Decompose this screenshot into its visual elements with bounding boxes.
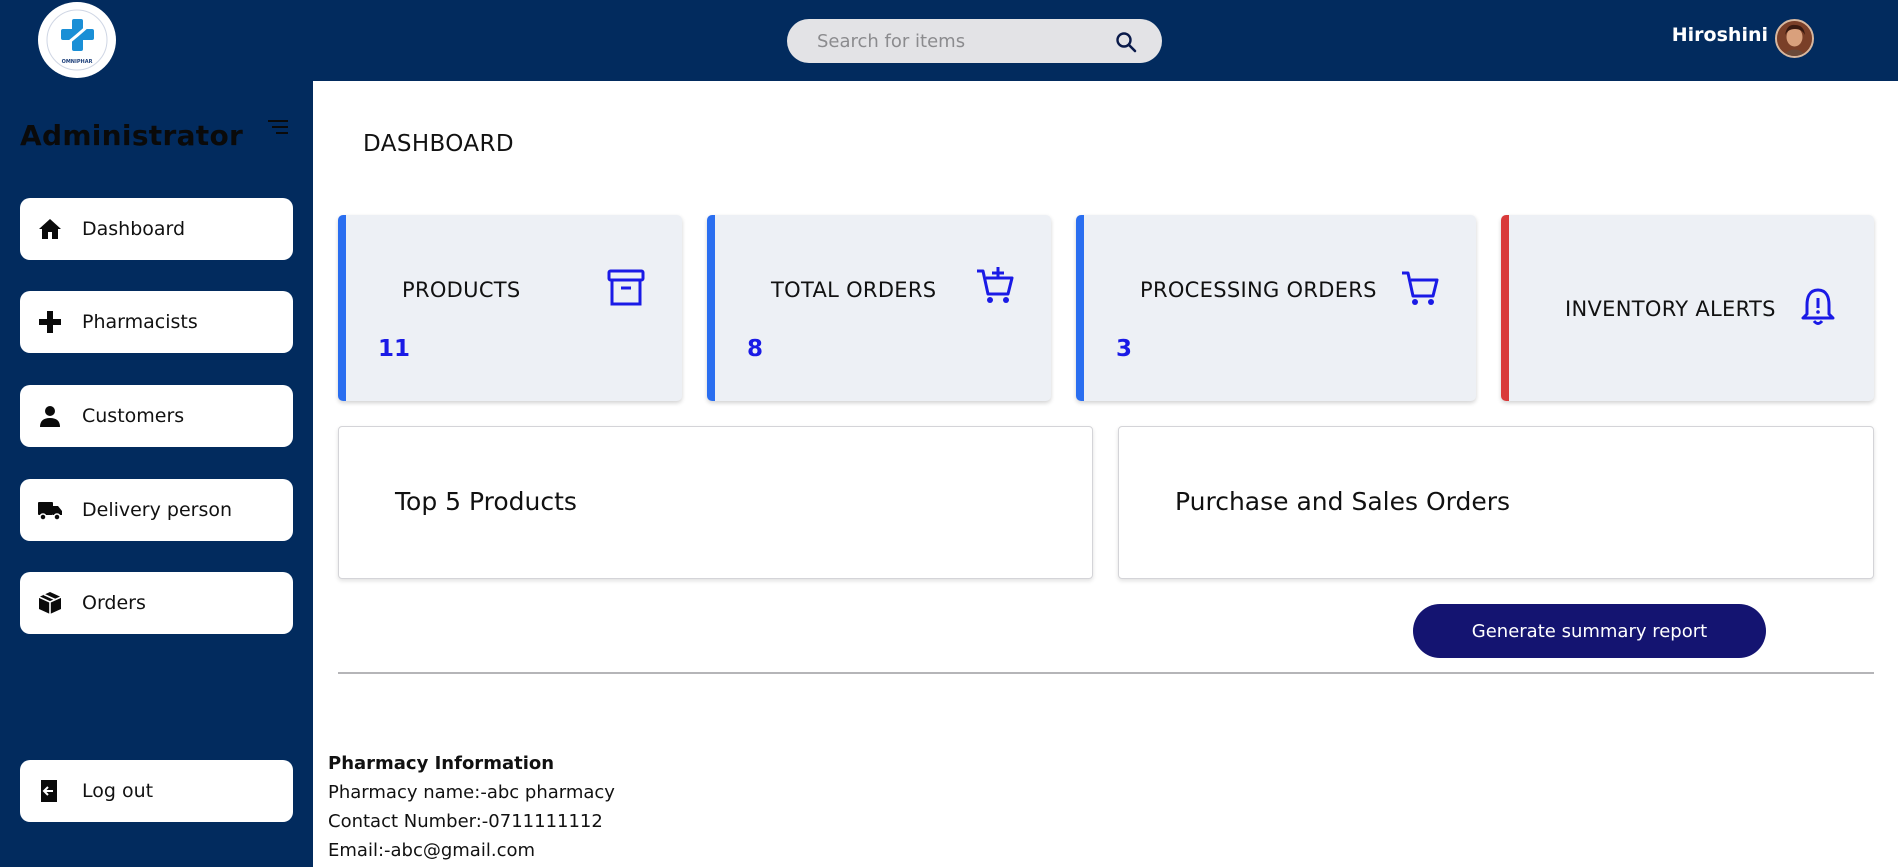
card-accent (1076, 215, 1084, 401)
search-icon[interactable] (1115, 31, 1137, 53)
stat-card-processing-orders[interactable]: PROCESSING ORDERS 3 (1076, 215, 1476, 401)
stat-card-total-orders[interactable]: TOTAL ORDERS 8 (707, 215, 1051, 401)
info-title: Pharmacy Information (328, 753, 555, 774)
card-accent (707, 215, 715, 401)
sidebar-item-pharmacists[interactable]: Pharmacists (20, 291, 293, 353)
card-accent (338, 215, 346, 401)
divider (338, 672, 1874, 674)
sidebar-item-label: Delivery person (82, 499, 233, 521)
home-icon (39, 219, 61, 239)
plus-icon (39, 311, 61, 333)
panel-title: Purchase and Sales Orders (1175, 487, 1511, 516)
logout-button[interactable]: Log out (20, 760, 293, 822)
archive-icon (607, 269, 645, 306)
stat-card-products[interactable]: PRODUCTS 11 (338, 215, 682, 401)
contact-number: Contact Number:-0711111112 (328, 811, 603, 832)
stat-label: PROCESSING ORDERS (1140, 278, 1377, 302)
user-avatar-icon (1777, 21, 1812, 56)
generate-report-button[interactable]: Generate summary report (1413, 604, 1766, 658)
sidebar-item-label: Customers (82, 405, 185, 427)
pharmacy-info: Pharmacy Information Pharmacy name:-abc … (328, 749, 615, 865)
top-bar: OMNIPHAR Hiroshini (0, 0, 1898, 81)
cart-plus-icon (977, 267, 1014, 303)
avatar[interactable] (1775, 19, 1814, 58)
logo-cross-icon: OMNIPHAR (46, 9, 108, 71)
svg-text:OMNIPHAR: OMNIPHAR (62, 59, 93, 65)
cart-icon (1402, 271, 1439, 305)
box-icon (38, 592, 62, 614)
stat-label: TOTAL ORDERS (771, 278, 937, 302)
top-products-panel: Top 5 Products (338, 426, 1093, 579)
sidebar-item-customers[interactable]: Customers (20, 385, 293, 447)
card-accent (1501, 215, 1509, 401)
stat-value: 3 (1116, 336, 1133, 362)
stat-card-inventory-alerts[interactable]: INVENTORY ALERTS (1501, 215, 1874, 401)
role-title: Administrator (20, 119, 244, 152)
sidebar-item-label: Pharmacists (82, 311, 198, 333)
sidebar-item-delivery-person[interactable]: Delivery person (20, 479, 293, 541)
sidebar-item-label: Dashboard (82, 218, 186, 240)
user-name[interactable]: Hiroshini (1660, 24, 1768, 46)
stat-value: 8 (747, 336, 764, 362)
sidebar-item-dashboard[interactable]: Dashboard (20, 198, 293, 260)
panel-title: Top 5 Products (395, 487, 577, 516)
sidebar: Administrator Dashboard Pharmacists Cust… (0, 81, 313, 867)
stat-value: 11 (378, 336, 411, 362)
pharmacy-name: Pharmacy name:-abc pharmacy (328, 782, 615, 803)
sidebar-item-label: Orders (82, 592, 146, 614)
pharmacy-logo[interactable]: OMNIPHAR (38, 2, 116, 78)
email: Email:-abc@gmail.com (328, 840, 536, 861)
sidebar-item-orders[interactable]: Orders (20, 572, 293, 634)
logout-icon (41, 780, 57, 802)
search-input[interactable] (817, 19, 1107, 63)
truck-icon (38, 502, 62, 521)
logout-label: Log out (82, 780, 154, 802)
purchase-sales-panel: Purchase and Sales Orders (1118, 426, 1874, 579)
search-bar (787, 19, 1162, 63)
person-icon (40, 406, 60, 427)
bell-alert-icon (1801, 288, 1835, 325)
menu-toggle-icon[interactable] (268, 119, 288, 135)
page-title: DASHBOARD (363, 131, 515, 157)
stat-label: PRODUCTS (402, 278, 521, 302)
stat-label: INVENTORY ALERTS (1565, 297, 1776, 321)
